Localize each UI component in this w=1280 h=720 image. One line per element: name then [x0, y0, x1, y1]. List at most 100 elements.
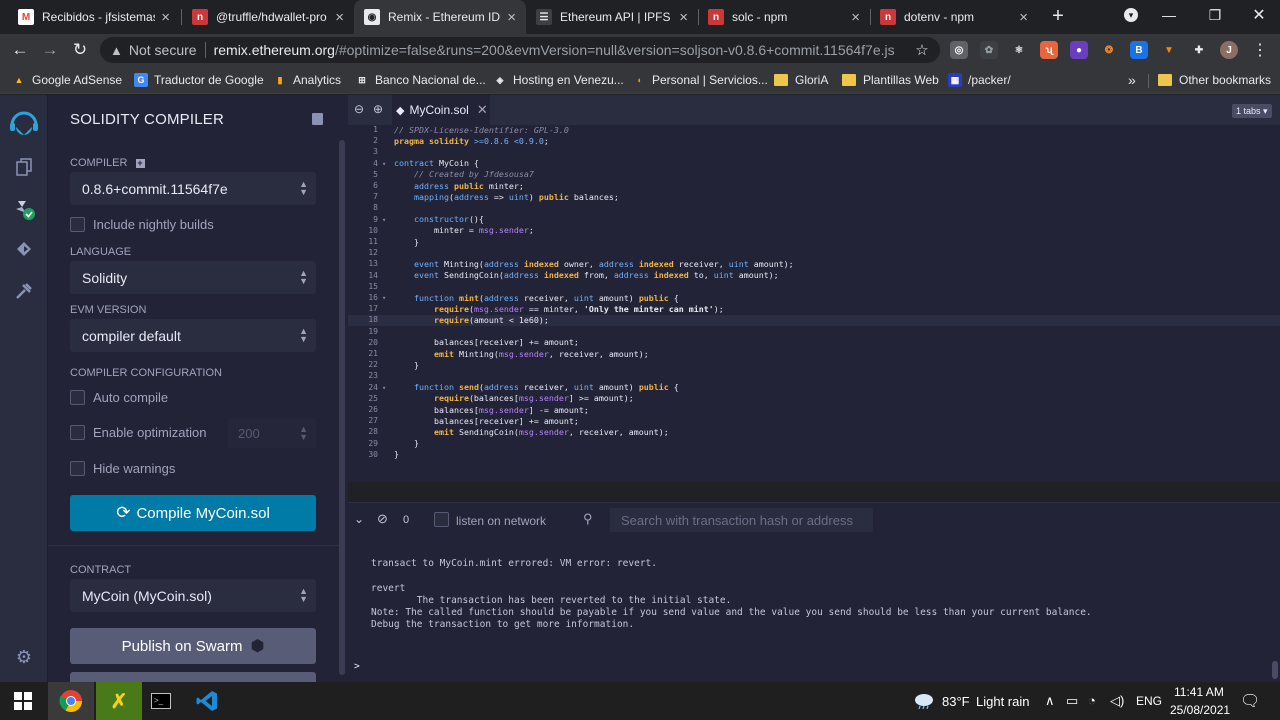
bookmark-adsense[interactable]: ▲ Google AdSense — [12, 71, 122, 89]
bookmark-hosting[interactable]: ◈ Hosting en Venezu... — [493, 71, 624, 89]
terminal-prompt[interactable]: > — [354, 661, 360, 672]
reload-button[interactable]: ↻ — [68, 38, 92, 62]
maximize-button[interactable]: ❐ — [1192, 0, 1238, 30]
clock-date[interactable]: 25/08/2021 — [1170, 703, 1230, 717]
camera-extension-icon[interactable]: ◎ — [950, 41, 968, 59]
fold-arrow-icon[interactable]: ▾ — [382, 216, 386, 224]
solidity-compiler-icon[interactable] — [12, 197, 36, 221]
collapse-terminal-icon[interactable]: ⌄ — [354, 512, 364, 526]
side-panel-scrollbar[interactable] — [339, 140, 345, 675]
bookmark-folder-plantillas[interactable]: Plantillas Web — [842, 71, 939, 89]
clock-time[interactable]: 11:41 AM — [1174, 685, 1224, 699]
tab-solc-npm[interactable]: n solc - npm × — [698, 0, 870, 34]
windows-start-button[interactable] — [0, 682, 46, 720]
hide-warnings-checkbox[interactable]: Hide warnings — [70, 461, 175, 476]
b-extension-icon[interactable]: B — [1130, 41, 1148, 59]
checkbox[interactable] — [70, 390, 85, 405]
nightly-builds-checkbox[interactable]: Include nightly builds — [70, 217, 214, 232]
bookmark-analytics[interactable]: ▮ Analytics — [273, 71, 341, 89]
network-drive-icon[interactable]: ▭ — [1066, 693, 1078, 709]
checkbox[interactable] — [70, 217, 85, 232]
new-tab-button[interactable]: + — [1046, 4, 1070, 28]
remix-logo-icon[interactable] — [6, 105, 42, 141]
extensions-puzzle-icon[interactable]: ✚ — [1190, 41, 1208, 59]
close-icon[interactable]: × — [335, 9, 344, 26]
bookmark-personal[interactable]: ◖ Personal | Servicios... — [632, 71, 768, 89]
checkbox[interactable] — [70, 425, 85, 440]
warning-icon: ▲ — [110, 42, 123, 58]
wifi-icon[interactable]: ◔ — [1088, 693, 1096, 708]
tab-gmail[interactable]: M Recibidos - jfsistemas × — [8, 0, 180, 34]
minimize-button[interactable]: — — [1146, 0, 1192, 30]
deploy-run-icon[interactable] — [12, 237, 36, 261]
tabs-count-dropdown[interactable]: 1 tabs ▾ — [1232, 104, 1272, 118]
checkbox[interactable] — [70, 461, 85, 476]
notifications-icon[interactable]: 🗨 — [1240, 691, 1260, 711]
close-icon[interactable]: × — [1019, 9, 1028, 26]
show-hidden-icons[interactable]: ∧ — [1045, 693, 1055, 709]
bookmark-translate[interactable]: G Traductor de Google — [134, 71, 264, 89]
close-window-button[interactable]: ✕ — [1236, 0, 1280, 30]
weather-cloud-icon[interactable] — [913, 691, 935, 710]
compiler-version-select[interactable]: 0.8.6+commit.11564f7e ▲ ▼ — [70, 172, 316, 205]
taskbar-terminal[interactable]: >_ — [138, 682, 184, 720]
terminal-scrollbar[interactable] — [1272, 661, 1278, 679]
bookmark-star-icon[interactable]: ☆ — [910, 38, 934, 62]
optimization-runs-input[interactable]: 200 ▲ ▼ — [228, 418, 316, 448]
publish-swarm-button[interactable]: Publish on Swarm ⬢ — [70, 628, 316, 664]
taskbar-chrome[interactable] — [48, 682, 94, 720]
clear-console-icon[interactable]: ⊘ — [377, 511, 388, 527]
file-explorer-icon[interactable] — [12, 155, 36, 179]
forward-button[interactable]: → — [38, 38, 62, 62]
taskbar-app-x[interactable]: ✗ — [96, 682, 142, 720]
tab-remix[interactable]: ◉ Remix - Ethereum IDE × — [354, 0, 526, 34]
docs-icon[interactable] — [312, 113, 323, 125]
add-compiler-icon[interactable]: + — [135, 159, 145, 168]
auto-compile-checkbox[interactable]: Auto compile — [70, 390, 168, 405]
extension-with-badge-icon[interactable]: ● — [1070, 41, 1088, 59]
taskbar-vscode[interactable] — [184, 682, 230, 720]
fox-extension-icon[interactable]: ❂ — [1100, 41, 1118, 59]
close-icon[interactable]: × — [161, 9, 170, 26]
listen-network-checkbox[interactable] — [434, 512, 449, 527]
tab-mycoin-sol[interactable]: ◆ MyCoin.sol ✕ — [392, 95, 490, 125]
menu-icon[interactable]: ⋮ — [1248, 38, 1272, 62]
bookmark-bank[interactable]: ⊞ Banco Nacional de... — [355, 71, 486, 89]
zoom-in-icon[interactable]: ⊕ — [373, 102, 383, 116]
enable-optimization-checkbox[interactable]: Enable optimization — [70, 425, 206, 440]
input-language[interactable]: ENG — [1136, 694, 1162, 708]
code-editor[interactable]: 1 2 3 4 ▾ 5 6 7 8 9 ▾ 10 11 12 13 14 15 16 ▾ 17 18 19 20 21 22 23… — [348, 125, 1280, 482]
close-icon[interactable]: × — [679, 9, 688, 26]
react-devtools-icon[interactable]: ⚛ — [1010, 41, 1028, 59]
fold-arrow-icon[interactable]: ▾ — [382, 294, 386, 302]
contract-select[interactable]: MyCoin (MyCoin.sol) ▲ ▼ — [70, 579, 316, 612]
fold-arrow-icon[interactable]: ▾ — [382, 160, 386, 168]
volume-icon[interactable]: ◁) — [1110, 693, 1124, 709]
extension-icon[interactable]: ✿ — [980, 41, 998, 59]
close-icon[interactable]: × — [851, 9, 860, 26]
settings-gear-icon[interactable]: ⚙ — [12, 645, 36, 669]
transaction-search-input[interactable]: Search with transaction hash or address — [610, 508, 873, 532]
fold-arrow-icon[interactable]: ▾ — [382, 384, 386, 392]
next-button-partial[interactable] — [70, 672, 316, 682]
metamask-icon[interactable]: ▼ — [1160, 41, 1178, 59]
zoom-out-icon[interactable]: ⊖ — [354, 102, 364, 116]
language-select[interactable]: Solidity ▲ ▼ — [70, 261, 316, 294]
bookmark-packer[interactable]: ▦ /packer/ — [948, 71, 1011, 89]
evm-version-select[interactable]: compiler default ▲ ▼ — [70, 319, 316, 352]
metrics-extension-icon[interactable]: ʯ — [1040, 41, 1058, 59]
back-button[interactable]: ← — [8, 38, 32, 62]
compile-button[interactable]: ⟳ Compile MyCoin.sol — [70, 495, 316, 531]
code-line: event Minting(address indexed owner, add… — [413, 258, 794, 269]
tab-infura[interactable]: ☰ Ethereum API | IPFS A × — [526, 0, 698, 34]
close-icon[interactable]: ✕ — [477, 102, 488, 118]
close-icon[interactable]: × — [507, 9, 516, 26]
tab-dotenv-npm[interactable]: n dotenv - npm × — [870, 0, 1038, 34]
profile-avatar[interactable]: J — [1220, 41, 1238, 59]
bookmarks-overflow-button[interactable]: » — [1128, 71, 1136, 89]
tab-hdwallet[interactable]: n @truffle/hdwallet-pro × — [182, 0, 354, 34]
plugin-manager-icon[interactable] — [12, 279, 36, 303]
other-bookmarks[interactable]: Other bookmarks — [1158, 71, 1271, 89]
address-bar[interactable]: ▲ Not secure remix.ethereum.org /#optimi… — [100, 37, 940, 63]
bookmark-folder-gloria[interactable]: GloriA — [774, 71, 828, 89]
